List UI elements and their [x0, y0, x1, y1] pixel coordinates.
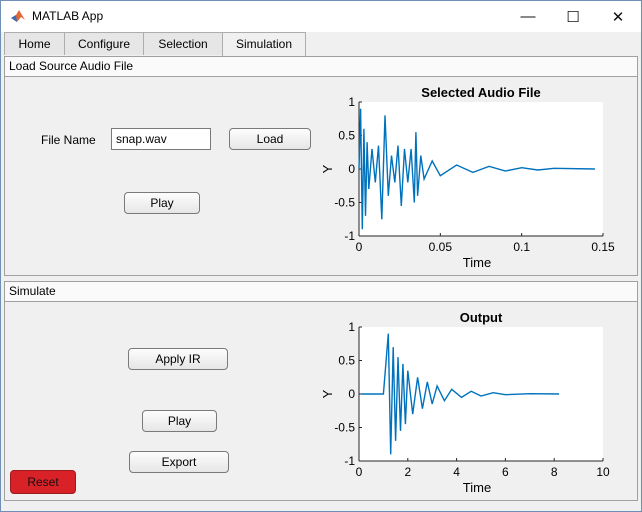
close-button[interactable]: ✕ — [595, 1, 641, 32]
load-source-panel: Load Source Audio File File Name snap.wa… — [4, 56, 638, 276]
minimize-icon: — — [520, 8, 536, 25]
y-tick-label: 0 — [348, 162, 355, 176]
simulate-panel: Simulate Apply IR Play Export Reset Outp… — [4, 281, 638, 501]
file-name-label: File Name — [41, 133, 96, 147]
maximize-icon: ☐ — [566, 8, 580, 26]
export-button[interactable]: Export — [129, 451, 229, 473]
x-axis-label: Time — [463, 255, 491, 270]
file-name-input[interactable]: snap.wav — [111, 128, 211, 150]
x-tick-label: 4 — [453, 465, 460, 479]
matlab-logo-icon — [10, 8, 26, 24]
x-tick-label: 8 — [551, 465, 558, 479]
app-window: MATLAB App — ☐ ✕ Home Configure Selectio… — [0, 0, 642, 512]
tab-configure[interactable]: Configure — [64, 32, 144, 55]
x-tick-label: 10 — [596, 465, 610, 479]
y-tick-label: 0 — [348, 387, 355, 401]
tab-selection[interactable]: Selection — [143, 32, 223, 55]
play-output-button[interactable]: Play — [142, 410, 217, 432]
window-title: MATLAB App — [32, 9, 104, 23]
chart-title: Selected Audio File — [421, 85, 540, 100]
x-tick-label: 0.1 — [513, 240, 530, 254]
selected-audio-chart: Selected Audio File10.50-0.5-10 0.05 0.1 0.… — [320, 85, 615, 270]
x-tick-label: 0.05 — [429, 240, 453, 254]
apply-ir-button[interactable]: Apply IR — [128, 348, 228, 370]
x-axis-label: Time — [463, 480, 491, 495]
x-tick-label: 0 — [356, 465, 363, 479]
y-tick-label: -1 — [344, 229, 355, 243]
close-icon: ✕ — [611, 8, 625, 26]
output-chart: Output10.50-0.5-10 2 4 6 8 10TimeY — [320, 310, 610, 495]
load-panel-title: Load Source Audio File — [5, 57, 637, 77]
x-tick-label: 0 — [356, 240, 363, 254]
simulate-panel-title: Simulate — [5, 282, 637, 302]
y-axis-label: Y — [320, 164, 335, 173]
y-tick-label: 0.5 — [338, 354, 355, 368]
y-tick-label: -0.5 — [334, 196, 355, 210]
y-tick-label: -1 — [344, 454, 355, 468]
reset-button[interactable]: Reset — [10, 470, 76, 494]
y-tick-label: 1 — [348, 95, 355, 109]
y-axis-label: Y — [320, 389, 335, 398]
play-source-button[interactable]: Play — [124, 192, 200, 214]
chart-title: Output — [460, 310, 503, 325]
y-tick-label: -0.5 — [334, 421, 355, 435]
y-tick-label: 0.5 — [338, 129, 355, 143]
x-tick-label: 0.15 — [591, 240, 615, 254]
maximize-button[interactable]: ☐ — [550, 1, 596, 32]
tab-simulation[interactable]: Simulation — [222, 32, 306, 56]
tab-bar: Home Configure Selection Simulation — [4, 32, 638, 57]
x-tick-label: 6 — [502, 465, 509, 479]
x-tick-label: 2 — [404, 465, 411, 479]
y-tick-label: 1 — [348, 320, 355, 334]
load-button[interactable]: Load — [229, 128, 311, 150]
tab-home[interactable]: Home — [4, 32, 65, 55]
minimize-button[interactable]: — — [505, 1, 551, 32]
title-bar: MATLAB App — ☐ ✕ — [1, 1, 641, 32]
